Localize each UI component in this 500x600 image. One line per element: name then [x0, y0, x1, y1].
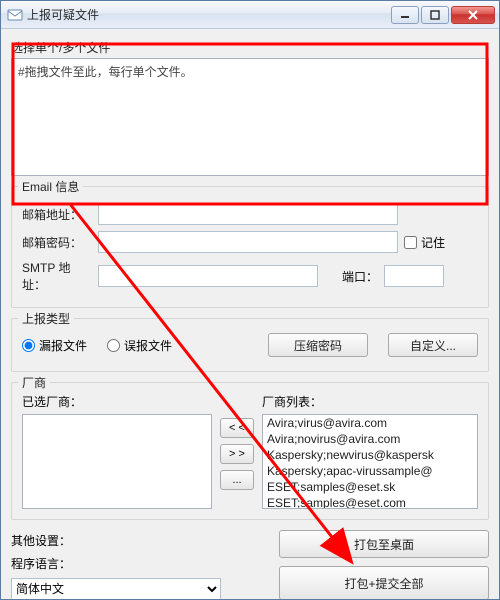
- vendor-legend: 厂商: [18, 374, 50, 391]
- window-buttons: [391, 6, 495, 24]
- move-right-button[interactable]: > >: [220, 444, 254, 464]
- language-select[interactable]: 简体中文: [11, 578, 221, 599]
- false-radio-label: 误报文件: [124, 337, 172, 354]
- email-password-input[interactable]: [98, 231, 398, 253]
- client-area: 选择单个/多个文件 #拖拽文件至此，每行单个文件。 Email 信息 邮箱地址：…: [1, 29, 499, 599]
- files-placeholder-text: #拖拽文件至此，每行单个文件。: [18, 65, 193, 79]
- smtp-input[interactable]: [98, 265, 318, 287]
- missed-radio[interactable]: [22, 339, 35, 352]
- port-input[interactable]: [384, 265, 444, 287]
- vendor-list-item[interactable]: Avira;virus@avira.com: [263, 415, 477, 431]
- files-textarea[interactable]: #拖拽文件至此，每行单个文件。: [11, 58, 489, 176]
- missed-radio-label: 漏报文件: [39, 337, 87, 354]
- custom-button[interactable]: 自定义...: [388, 333, 478, 357]
- vendor-list-label: 厂商列表：: [262, 393, 478, 410]
- port-label: 端口：: [342, 268, 378, 285]
- remember-checkbox[interactable]: [404, 236, 417, 249]
- vendor-list-item[interactable]: ESET;samples@eset.sk: [263, 479, 477, 495]
- pack-submit-button[interactable]: 打包+提交全部: [279, 566, 489, 599]
- remember-checkbox-wrap: 记住: [404, 234, 445, 251]
- more-button[interactable]: ...: [220, 470, 254, 490]
- vendor-group: 厂商 已选厂商： < < > > ... 厂商列表： Avira;virus@a…: [11, 382, 489, 520]
- pack-desktop-button[interactable]: 打包至桌面: [279, 530, 489, 558]
- remember-label: 记住: [421, 234, 445, 251]
- missed-radio-wrap: 漏报文件: [22, 337, 87, 354]
- false-radio[interactable]: [107, 339, 120, 352]
- email-address-label: 邮箱地址：: [22, 206, 92, 223]
- selected-vendor-label: 已选厂商：: [22, 393, 212, 410]
- report-type-legend: 上报类型: [18, 310, 74, 327]
- other-settings-label: 其他设置：: [11, 532, 241, 549]
- files-section-label: 选择单个/多个文件: [11, 39, 489, 56]
- false-radio-wrap: 误报文件: [107, 337, 172, 354]
- zip-password-button[interactable]: 压缩密码: [268, 333, 368, 357]
- email-legend: Email 信息: [18, 178, 83, 195]
- email-address-input[interactable]: [98, 203, 398, 225]
- vendor-list-item[interactable]: Kaspersky;apac-virussample@: [263, 463, 477, 479]
- vendor-list-item[interactable]: Kaspersky;newvirus@kaspersk: [263, 447, 477, 463]
- report-type-group: 上报类型 漏报文件 误报文件 压缩密码 自定义...: [11, 318, 489, 372]
- selected-vendor-list[interactable]: [22, 414, 212, 509]
- close-button[interactable]: [451, 6, 495, 24]
- smtp-label: SMTP 地址：: [22, 259, 92, 293]
- language-label: 程序语言：: [11, 555, 241, 572]
- app-icon: [7, 7, 23, 23]
- vendor-list-item[interactable]: ESET;samples@eset.com: [263, 495, 477, 509]
- move-left-button[interactable]: < <: [220, 418, 254, 438]
- window-title: 上报可疑文件: [27, 6, 391, 23]
- vendor-list[interactable]: Avira;virus@avira.comAvira;novirus@avira…: [262, 414, 478, 509]
- titlebar: 上报可疑文件: [1, 1, 499, 29]
- email-password-label: 邮箱密码：: [22, 234, 92, 251]
- maximize-button[interactable]: [421, 6, 449, 24]
- app-window: 上报可疑文件 选择单个/多个文件 #拖拽文件至此，每行单个文件。 Email 信…: [0, 0, 500, 600]
- minimize-button[interactable]: [391, 6, 419, 24]
- email-group: Email 信息 邮箱地址： 邮箱密码： 记住 SMTP 地址： 端口：: [11, 186, 489, 308]
- vendor-list-item[interactable]: Avira;novirus@avira.com: [263, 431, 477, 447]
